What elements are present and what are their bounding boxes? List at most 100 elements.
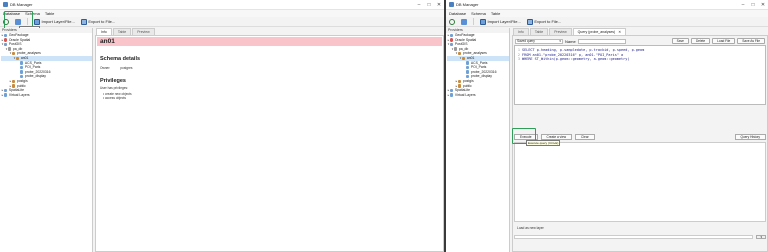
menu-table[interactable]: Table: [45, 11, 55, 16]
load-button[interactable]: ▾: [756, 234, 766, 240]
db-manager-window-right: DB Manager – □ ✕ Database Schema Table I…: [446, 0, 768, 252]
tree-item-label: Virtual Layers: [454, 92, 476, 97]
sql-window-button[interactable]: [461, 18, 467, 25]
database-icon: [450, 88, 454, 93]
menu-database[interactable]: Database: [449, 11, 466, 16]
tab-table[interactable]: Table: [529, 28, 549, 35]
app-logo-icon: [449, 2, 454, 7]
window-title: DB Manager: [456, 2, 479, 7]
database-icon: [454, 47, 458, 51]
tab-bar: Info Table Preview: [95, 28, 444, 35]
save-as-file-button[interactable]: Save As File: [737, 38, 765, 44]
database-icon: [4, 33, 8, 37]
import-label: Import Layer/File...: [487, 19, 521, 24]
save-button[interactable]: Save: [671, 38, 689, 44]
app-logo-icon: [3, 2, 8, 7]
tab-preview[interactable]: Preview: [132, 28, 155, 35]
table-icon: [20, 61, 24, 65]
table-icon: [466, 61, 470, 65]
tab-query[interactable]: Query (probe_analyses) ✕: [572, 28, 627, 35]
tab-info[interactable]: Info: [513, 28, 529, 35]
refresh-icon: [449, 18, 455, 25]
schema-icon: [12, 84, 16, 88]
query-result-table[interactable]: [514, 142, 766, 222]
import-icon: [480, 18, 486, 25]
sql-window-icon: [461, 18, 467, 25]
sql-line: 3 WHERE ST_Within(p.geom::geometry, a.geo…: [517, 57, 630, 61]
sql-editor[interactable]: 1 SELECT p.heading, p.sampledate, p.track…: [514, 45, 766, 105]
query-history-button[interactable]: Query History: [734, 134, 766, 140]
database-icon: [8, 47, 12, 51]
menu-table[interactable]: Table: [491, 11, 501, 16]
import-layer-button[interactable]: Import Layer/File...: [480, 18, 521, 25]
close-icon[interactable]: ✕: [758, 2, 768, 8]
database-icon: [4, 88, 8, 93]
table-icon: [20, 74, 24, 79]
tree-item[interactable]: ▸ Virtual Layers: [447, 93, 509, 98]
window-controls: – □ ✕: [738, 2, 768, 8]
title-bar: DB Manager – □ ✕: [446, 0, 768, 10]
bottom-bar: ▾: [514, 234, 766, 240]
tab-preview[interactable]: Preview: [549, 28, 572, 35]
tab-info[interactable]: Info: [96, 28, 112, 35]
schema-icon: [12, 79, 16, 83]
database-icon: [450, 38, 454, 42]
table-icon: [20, 70, 24, 74]
export-file-button[interactable]: Export to File...: [526, 18, 561, 25]
export-icon: [80, 18, 87, 25]
table-icon: [20, 65, 24, 70]
refresh-button[interactable]: [449, 18, 455, 25]
layer-name-field[interactable]: [514, 235, 754, 239]
export-file-button[interactable]: Export to File...: [80, 18, 116, 25]
tree-item-label: probe_display: [24, 74, 47, 79]
toolbar-separator: [473, 18, 474, 25]
query-name-input[interactable]: [577, 38, 626, 44]
export-label: Export to File...: [88, 19, 116, 24]
db-manager-window-left: DB Manager – □ ✕ Database Schema Table I…: [0, 0, 444, 252]
import-icon: [34, 18, 40, 25]
layers-icon: [4, 93, 8, 97]
providers-panel: Providers ▸ GeoPackage ▸ Oracle Spatial ▾ Pos…: [0, 28, 93, 252]
import-label: Import Layer/File...: [41, 19, 75, 24]
maximize-icon[interactable]: □: [424, 2, 434, 8]
tree-item-label: probe_display: [470, 74, 493, 79]
tree-item[interactable]: ▸ Virtual Layers: [1, 93, 92, 98]
toolbar: Import Layer/File... Export to File...: [0, 17, 444, 27]
tab-table[interactable]: Table: [112, 28, 132, 35]
load-file-button[interactable]: Load File: [712, 38, 736, 44]
schema-icon: [458, 84, 462, 88]
minimize-icon[interactable]: –: [414, 2, 424, 8]
delete-button[interactable]: Delete: [690, 38, 711, 44]
maximize-icon[interactable]: □: [748, 2, 758, 8]
close-icon[interactable]: ✕: [434, 2, 444, 8]
saved-query-text: Saved query: [517, 39, 535, 43]
menu-bar: Database Schema Table: [446, 10, 768, 17]
saved-query-select[interactable]: Saved query ▾: [515, 38, 563, 44]
table-icon: [466, 70, 470, 74]
database-icon: [450, 33, 454, 37]
title-bar: DB Manager – □ ✕: [0, 0, 444, 10]
info-pane: an01 Schema details Owner: postgres Priv…: [95, 35, 444, 252]
table-icon: [466, 74, 470, 79]
table-icon: [466, 65, 470, 70]
import-layer-button[interactable]: Import Layer/File...: [34, 18, 75, 25]
schema-icon: [458, 51, 462, 56]
schema-name-header: an01: [97, 37, 442, 46]
user-has-privileges: User has privileges:: [100, 86, 128, 90]
window-controls: – □ ✕: [414, 2, 444, 8]
export-icon: [526, 18, 533, 25]
tree-item-label: Virtual Layers: [8, 92, 30, 97]
owner-row: Owner: postgres: [100, 66, 442, 70]
clear-button[interactable]: Clear: [575, 134, 595, 140]
menu-schema[interactable]: Schema: [471, 11, 486, 16]
minimize-icon[interactable]: –: [738, 2, 748, 8]
postgis-icon: [450, 42, 454, 47]
name-label: Name: [565, 38, 576, 44]
load-as-layer-checkbox-label[interactable]: Load as new layer: [517, 226, 544, 230]
execute-tooltip: Execute query (Ctrl+E): [526, 140, 561, 146]
close-tab-icon[interactable]: ✕: [618, 30, 621, 34]
schema-icon: [12, 51, 16, 56]
owner-value: postgres: [120, 66, 133, 70]
privilege-text: access objects: [105, 96, 126, 100]
owner-label: Owner:: [100, 66, 111, 70]
